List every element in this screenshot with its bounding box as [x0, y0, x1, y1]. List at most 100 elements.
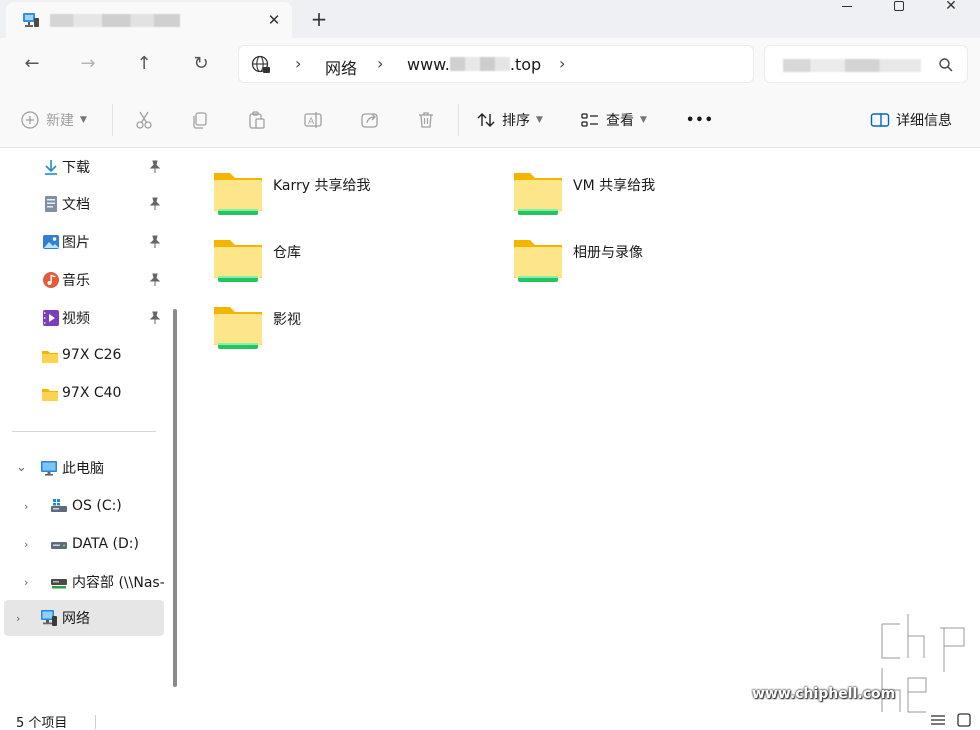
tab-title-blurred	[50, 14, 180, 27]
navigation-pane: 下载 文档 图片 音乐 视频 97X C26 97X C40 ⌄ 此电脑 › O…	[0, 149, 186, 707]
sort-button[interactable]: 排序 ▼	[476, 106, 543, 134]
chevron-right-icon[interactable]: ›	[16, 612, 20, 625]
address-bar[interactable]: › 网络 › www. .top ›	[238, 45, 754, 83]
sidebar-item-this-pc[interactable]: ⌄ 此电脑	[4, 450, 164, 486]
sidebar-item-data-d[interactable]: › DATA (D:)	[4, 526, 164, 562]
shared-folder-icon	[514, 240, 562, 282]
folder-item[interactable]: 仓库	[186, 224, 476, 282]
folder-name: Karry 共享给我	[273, 178, 371, 194]
toolbar-divider	[112, 104, 113, 136]
breadcrumb-network[interactable]: 网络	[325, 55, 357, 79]
new-button[interactable]: 新建 ▼	[20, 106, 87, 134]
up-button[interactable]: ↑	[128, 48, 160, 80]
sidebar-item-network-share[interactable]: › 内容部 (\\Nas-	[4, 564, 164, 600]
tab-close-button[interactable]: ✕	[260, 6, 288, 34]
sidebar-item-downloads[interactable]: 下载	[4, 149, 164, 185]
rename-icon: A	[304, 112, 322, 128]
search-placeholder-blurred	[783, 59, 921, 72]
sidebar-item-label: 此电脑	[62, 461, 104, 477]
sidebar-item-97x-c26[interactable]: 97X C26	[4, 337, 164, 373]
details-label: 详细信息	[896, 113, 952, 129]
new-label: 新建	[46, 113, 74, 129]
sidebar-item-pictures[interactable]: 图片	[4, 224, 164, 260]
rename-button[interactable]: A	[303, 106, 323, 134]
network-icon	[41, 610, 57, 626]
folder-item[interactable]: VM 共享给我	[486, 157, 776, 215]
sidebar-item-documents[interactable]: 文档	[4, 186, 164, 222]
folder-name: VM 共享给我	[573, 178, 656, 194]
share-button[interactable]	[360, 106, 380, 134]
new-tab-button[interactable]: +	[304, 4, 334, 34]
forward-button[interactable]: →	[72, 48, 104, 80]
drive-icon	[51, 499, 67, 512]
chevron-down-icon[interactable]: ⌄	[16, 460, 27, 475]
chevron-down-icon: ▼	[80, 115, 87, 125]
copy-button[interactable]	[190, 106, 210, 134]
share-icon	[361, 113, 378, 128]
sidebar-item-label: 网络	[62, 611, 90, 627]
breadcrumb-separator: ›	[295, 54, 302, 73]
sidebar-item-97x-c40[interactable]: 97X C40	[4, 375, 164, 411]
maximize-icon	[894, 1, 904, 11]
search-input[interactable]	[764, 45, 968, 83]
trash-icon	[419, 112, 433, 128]
command-bar: 新建 ▼ A 排序 ▼ 查看 ▼ ••• 详细信息	[0, 92, 980, 148]
pin-icon[interactable]	[148, 160, 162, 174]
network-drive-icon	[51, 579, 67, 589]
file-list: Karry 共享给我 VM 共享给我 仓库 相册与录像 影视	[186, 149, 980, 707]
status-divider	[95, 715, 96, 729]
sidebar-item-music[interactable]: 音乐	[4, 262, 164, 298]
chevron-right-icon[interactable]: ›	[24, 538, 28, 551]
folder-name: 相册与录像	[573, 245, 643, 261]
shared-folder-icon	[214, 173, 262, 215]
folder-item[interactable]: 影视	[186, 291, 476, 349]
more-options-button[interactable]: •••	[686, 106, 714, 134]
back-button[interactable]: ←	[16, 48, 48, 80]
folder-name: 仓库	[273, 245, 301, 261]
sidebar-item-os-c[interactable]: › OS (C:)	[4, 488, 164, 524]
host-prefix: www.	[407, 55, 450, 74]
close-window-button[interactable]: ✕	[936, 0, 966, 14]
sidebar-item-label: 音乐	[62, 273, 90, 289]
sidebar-item-label: 图片	[62, 235, 90, 251]
chevron-right-icon[interactable]: ›	[24, 576, 28, 589]
folder-item[interactable]: 相册与录像	[486, 224, 776, 282]
watermark-url: www.chiphell.com	[752, 686, 896, 702]
pin-icon[interactable]	[148, 235, 162, 249]
sidebar-item-network[interactable]: › 网络	[4, 600, 164, 636]
sidebar-item-label: 下载	[62, 160, 90, 176]
folder-item[interactable]: Karry 共享给我	[186, 157, 476, 215]
cut-button[interactable]	[134, 106, 154, 134]
status-bar: 5 个项目	[0, 707, 980, 730]
shared-folder-icon	[214, 240, 262, 282]
tab-network[interactable]: ✕	[6, 2, 292, 38]
item-count: 5 个项目	[16, 716, 68, 730]
view-button[interactable]: 查看 ▼	[580, 106, 647, 134]
shared-folder-icon	[214, 307, 262, 349]
pictures-icon	[43, 235, 59, 249]
pin-icon[interactable]	[148, 197, 162, 211]
sidebar-scrollbar[interactable]	[173, 309, 177, 687]
details-pane-button[interactable]: 详细信息	[870, 106, 952, 134]
breadcrumb-host[interactable]: www. .top	[407, 55, 541, 74]
maximize-button[interactable]	[884, 0, 914, 14]
network-icon	[23, 13, 39, 27]
folder-name: 影视	[273, 312, 301, 328]
folder-icon	[42, 389, 58, 401]
minimize-button[interactable]	[828, 0, 868, 14]
minimize-icon	[842, 6, 852, 7]
title-bar: ✕ + ✕	[0, 0, 980, 38]
sidebar-item-label: 97X C26	[62, 347, 122, 363]
sidebar-item-label: 内容部 (\\Nas-	[72, 575, 164, 591]
sidebar-item-videos[interactable]: 视频	[4, 300, 164, 336]
pin-icon[interactable]	[148, 311, 162, 325]
chevron-down-icon: ▼	[536, 115, 543, 125]
refresh-button[interactable]: ↻	[185, 48, 217, 80]
pin-icon[interactable]	[148, 273, 162, 287]
sort-icon	[477, 113, 495, 127]
chevron-right-icon[interactable]: ›	[24, 500, 28, 513]
videos-icon	[43, 310, 59, 326]
delete-button[interactable]	[416, 106, 436, 134]
toolbar-divider	[458, 104, 459, 136]
paste-button[interactable]	[247, 106, 267, 134]
